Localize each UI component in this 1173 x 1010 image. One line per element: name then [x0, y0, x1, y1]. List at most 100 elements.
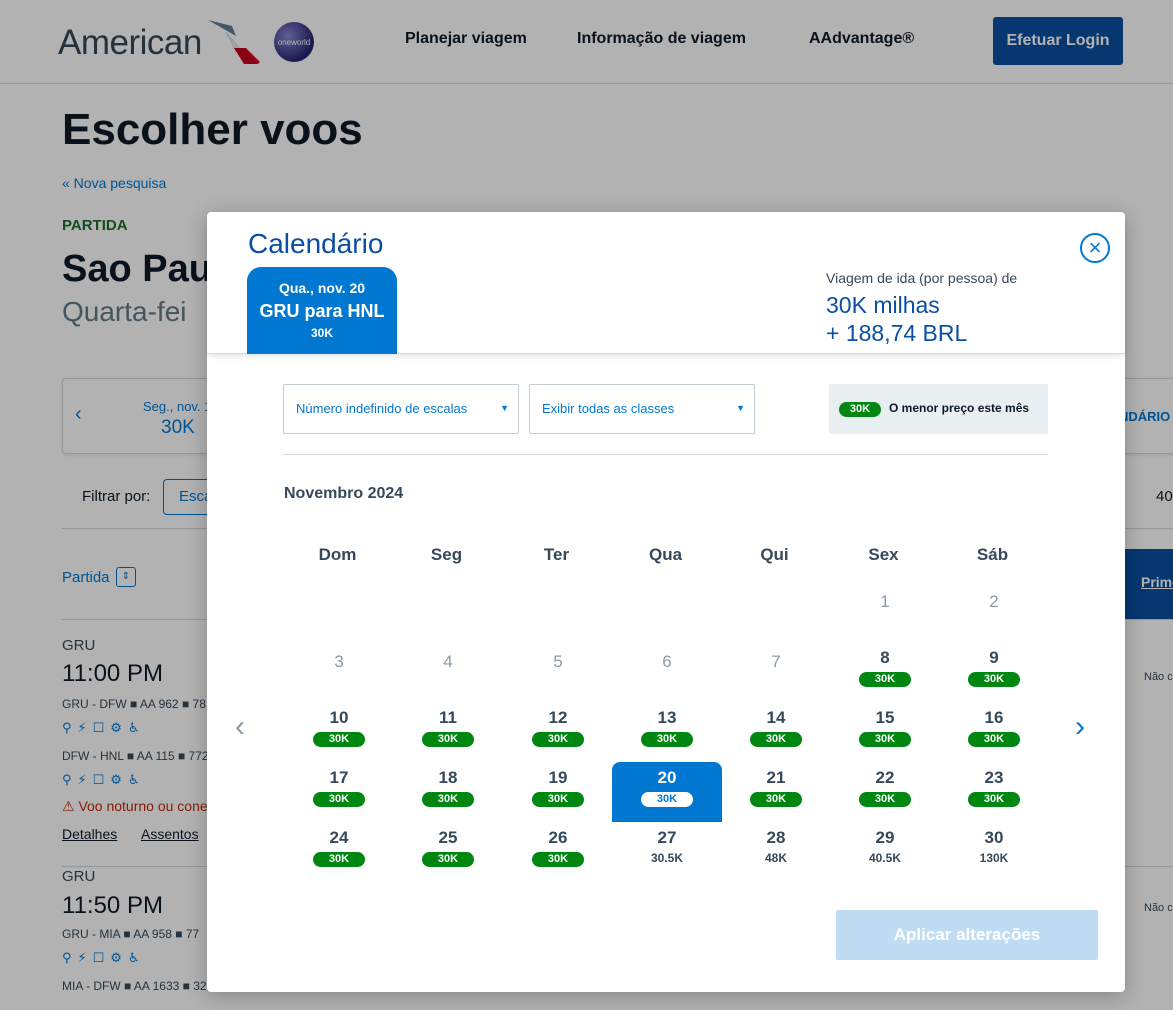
calendar-day[interactable]: 24 30K — [284, 822, 394, 882]
calendar-day: 3 — [284, 642, 394, 702]
calendar-day[interactable]: 18 30K — [393, 762, 503, 822]
calendar-day[interactable]: 13 30K — [612, 702, 722, 762]
calendar-day[interactable]: 10 30K — [284, 702, 394, 762]
weekday-header: Qui — [760, 545, 789, 564]
day-number: 13 — [657, 708, 677, 727]
lowest-price-pill: 30K — [641, 732, 693, 747]
calendar-day: 7 — [721, 642, 831, 702]
weekday-header: Sex — [868, 545, 899, 564]
calendar-day[interactable]: 19 30K — [503, 762, 613, 822]
day-number: 18 — [438, 768, 458, 787]
divider — [283, 454, 1048, 455]
day-price: 130K — [979, 851, 1009, 865]
day-number: 2 — [989, 592, 999, 611]
day-number: 3 — [334, 652, 344, 671]
calendar-day[interactable]: 25 30K — [393, 822, 503, 882]
day-number: 4 — [443, 652, 453, 671]
calendar-day[interactable]: 15 30K — [830, 702, 940, 762]
calendar-day[interactable]: 14 30K — [721, 702, 831, 762]
day-price: 48K — [764, 851, 787, 865]
day-number: 25 — [438, 828, 458, 847]
day-price: 40.5K — [868, 851, 902, 865]
day-number: 1 — [880, 592, 890, 611]
weekday-header: Ter — [543, 545, 570, 564]
chevron-left-icon[interactable]: ‹ — [235, 710, 245, 744]
day-number: 19 — [548, 768, 568, 787]
calendar-day[interactable]: 28 48K — [721, 822, 831, 882]
calendar-day[interactable]: 23 30K — [939, 762, 1049, 822]
calendar-day[interactable]: 9 30K — [939, 642, 1049, 702]
legend-text: O menor preço este mês — [889, 401, 1030, 415]
lowest-price-pill: 30K — [859, 732, 911, 747]
day-number: 11 — [439, 708, 457, 727]
lowest-price-pill: 30K — [313, 732, 365, 747]
calendar-day[interactable]: 29 40.5K — [830, 822, 940, 882]
calendar-day[interactable]: 17 30K — [284, 762, 394, 822]
weekday-header: Sáb — [976, 545, 1009, 564]
weekday-header: Seg — [430, 545, 463, 564]
stops-select[interactable]: Número indefinido de escalas ▼ — [283, 384, 519, 434]
calendar-day[interactable]: 16 30K — [939, 702, 1049, 762]
caret-down-icon: ▼ — [736, 403, 745, 413]
chevron-right-icon[interactable]: › — [1075, 710, 1085, 744]
lowest-price-legend: 30K O menor preço este mês — [829, 384, 1048, 434]
day-number: 15 — [875, 708, 895, 727]
calendar-day: 5 — [503, 642, 613, 702]
calendar-day[interactable]: 12 30K — [503, 702, 613, 762]
legend-pill: 30K — [839, 402, 881, 417]
calendar-day[interactable]: 11 30K — [393, 702, 503, 762]
day-number: 16 — [984, 708, 1004, 727]
lowest-price-pill: 30K — [422, 732, 474, 747]
calendar-day[interactable]: 22 30K — [830, 762, 940, 822]
lowest-price-pill: 30K — [641, 792, 693, 807]
day-number: 24 — [329, 828, 349, 847]
lowest-price-pill: 30K — [313, 792, 365, 807]
calendar-day[interactable]: 26 30K — [503, 822, 613, 882]
modal-title: Calendário — [248, 228, 384, 259]
day-number: 8 — [880, 648, 890, 667]
lowest-price-pill: 30K — [422, 792, 474, 807]
selected-flight-tab[interactable]: Qua., nov. 20 GRU para HNL 30K — [247, 267, 397, 354]
day-number: 6 — [662, 652, 672, 671]
calendar-day: 2 — [939, 582, 1049, 642]
calendar-day[interactable]: 20 30K — [612, 762, 722, 822]
calendar-day[interactable]: 30 130K — [939, 822, 1049, 882]
lowest-price-pill: 30K — [313, 852, 365, 867]
day-number: 29 — [875, 828, 895, 847]
day-number: 26 — [548, 828, 568, 847]
lowest-price-pill: 30K — [968, 732, 1020, 747]
close-icon[interactable]: × — [1080, 233, 1110, 263]
day-number: 30 — [984, 828, 1004, 847]
day-number: 27 — [657, 828, 677, 847]
calendar-day[interactable]: 21 30K — [721, 762, 831, 822]
trip-miles: 30K milhas — [826, 292, 940, 318]
lowest-price-pill: 30K — [532, 792, 584, 807]
lowest-price-pill: 30K — [968, 672, 1020, 687]
caret-down-icon: ▼ — [500, 403, 509, 413]
lowest-price-pill: 30K — [532, 732, 584, 747]
lowest-price-pill: 30K — [422, 852, 474, 867]
calendar-day[interactable]: 8 30K — [830, 642, 940, 702]
day-number: 23 — [984, 768, 1004, 787]
tab-route: GRU para HNL — [259, 301, 385, 321]
lowest-price-pill: 30K — [968, 792, 1020, 807]
calendar-day[interactable]: 27 30.5K — [612, 822, 722, 882]
day-number: 12 — [548, 708, 568, 727]
class-select-value: Exibir todas as classes — [542, 401, 675, 416]
day-number: 20 — [657, 768, 677, 787]
day-number: 9 — [989, 648, 999, 667]
weekday-header: Dom — [318, 545, 357, 564]
day-number: 28 — [766, 828, 786, 847]
lowest-price-pill: 30K — [859, 672, 911, 687]
month-label: Novembro 2024 — [284, 485, 404, 502]
lowest-price-pill: 30K — [750, 792, 802, 807]
day-number: 7 — [771, 652, 781, 671]
day-number: 22 — [875, 768, 895, 787]
day-number: 21 — [766, 768, 786, 787]
day-number: 17 — [329, 768, 349, 787]
apply-changes-button[interactable]: Aplicar alterações — [836, 910, 1098, 960]
calendar-day: 6 — [612, 642, 722, 702]
calendar-modal: Calendário × Qua., nov. 20 GRU para HNL … — [207, 212, 1125, 992]
trip-price-label: Viagem de ida (por pessoa) de — [826, 270, 1018, 286]
class-select[interactable]: Exibir todas as classes ▼ — [529, 384, 755, 434]
